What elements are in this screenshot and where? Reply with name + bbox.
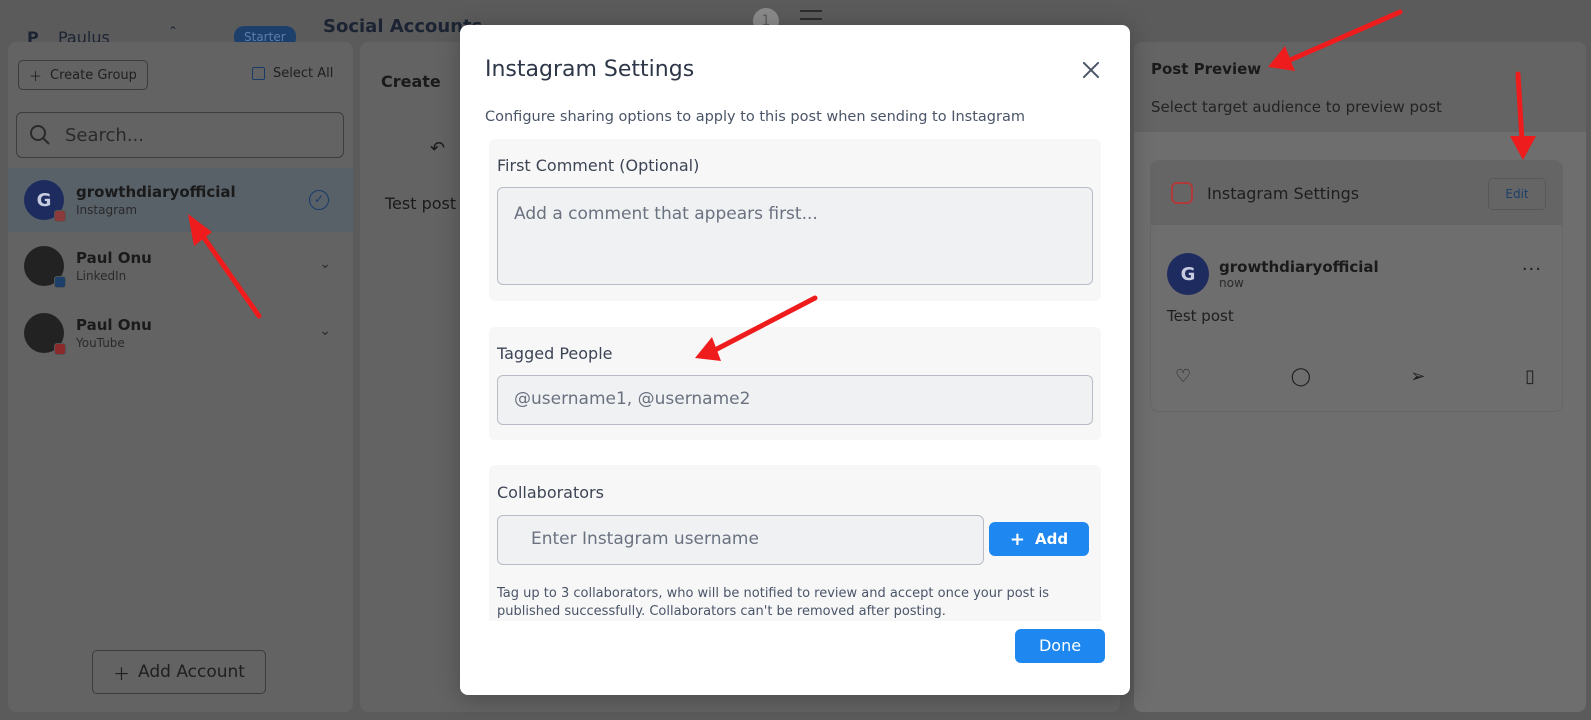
collaborators-label: Collaborators xyxy=(497,483,604,502)
chevron-down-icon[interactable]: ⌄ xyxy=(319,256,331,272)
avatar: G xyxy=(24,180,66,222)
search-icon xyxy=(30,125,50,145)
create-group-label: Create Group xyxy=(50,67,137,83)
plus-icon: ＋ xyxy=(29,69,43,85)
first-comment-input[interactable]: Add a comment that appears first... xyxy=(497,187,1093,285)
preview-user: G growthdiaryofficial now xyxy=(1167,253,1379,295)
comment-icon[interactable]: ◯ xyxy=(1291,366,1311,387)
post-text[interactable]: Test post xyxy=(385,194,456,213)
create-group-button[interactable]: ＋ Create Group xyxy=(18,60,148,90)
preview-card-title: Instagram Settings xyxy=(1207,183,1360,203)
collaborators-hint: Tag up to 3 collaborators, who will be n… xyxy=(497,586,1050,619)
preview-title: Post Preview xyxy=(1151,60,1262,78)
youtube-icon xyxy=(54,343,66,355)
modal-title: Instagram Settings xyxy=(485,57,695,82)
account-name: Paul Onu xyxy=(76,316,152,334)
plus-icon: + xyxy=(1009,528,1025,550)
preview-username: growthdiaryofficial xyxy=(1219,258,1379,276)
account-name: Paul Onu xyxy=(76,249,152,267)
chevron-down-icon[interactable]: ⌄ xyxy=(319,323,331,339)
avatar: G xyxy=(1167,253,1209,295)
check-circle-icon[interactable]: ✓ xyxy=(309,190,329,210)
done-button[interactable]: Done xyxy=(1015,629,1105,663)
more-icon[interactable]: ··· xyxy=(1522,259,1542,280)
preview-actions: ♡ ◯ ➢ ▯ xyxy=(1175,366,1535,387)
tagged-people-section: Tagged People @username1, @username2 xyxy=(489,327,1101,440)
account-platform: LinkedIn xyxy=(76,269,127,283)
modal-subtitle: Configure sharing options to apply to th… xyxy=(485,109,1025,125)
undo-icon[interactable]: ↶ xyxy=(430,138,445,159)
first-comment-label: First Comment (Optional) xyxy=(497,156,700,175)
account-item[interactable]: Paul Onu LinkedIn ⌄ xyxy=(8,234,353,298)
bookmark-icon[interactable]: ▯ xyxy=(1525,366,1535,387)
accounts-panel: ＋ Create Group Select All Search... G gr… xyxy=(8,42,353,712)
compose-label: Create xyxy=(381,72,441,91)
send-icon[interactable]: ➢ xyxy=(1410,366,1425,387)
add-account-label: Add Account xyxy=(138,662,245,682)
select-all-checkbox[interactable]: Select All xyxy=(252,66,333,81)
search-input[interactable]: Search... xyxy=(16,112,344,158)
modal-body[interactable]: First Comment (Optional) Add a comment t… xyxy=(460,139,1130,621)
preview-body: Test post xyxy=(1167,307,1234,325)
account-item[interactable]: Paul Onu YouTube ⌄ xyxy=(8,301,353,365)
tagged-people-input[interactable]: @username1, @username2 xyxy=(497,375,1093,425)
account-platform: Instagram xyxy=(76,203,138,217)
account-item[interactable]: G growthdiaryofficial Instagram ✓ xyxy=(8,168,353,232)
heart-icon[interactable]: ♡ xyxy=(1175,366,1191,387)
avatar xyxy=(24,313,66,355)
preview-header: Post Preview Select target audience to p… xyxy=(1134,42,1586,132)
avatar xyxy=(24,246,66,288)
tagged-people-label: Tagged People xyxy=(497,344,613,363)
preview-panel: Post Preview Select target audience to p… xyxy=(1134,42,1586,712)
checkbox-icon xyxy=(252,67,265,80)
preview-time: now xyxy=(1219,276,1244,290)
add-account-button[interactable]: ＋ Add Account xyxy=(92,650,266,694)
add-collaborator-button[interactable]: + Add xyxy=(989,522,1089,556)
page-title: Social Accounts xyxy=(323,16,483,37)
search-placeholder: Search... xyxy=(65,124,145,146)
instagram-icon xyxy=(1171,182,1193,204)
add-label: Add xyxy=(1035,530,1069,548)
collaborator-input[interactable]: Enter Instagram username xyxy=(497,515,984,565)
account-platform: YouTube xyxy=(76,336,125,350)
instagram-settings-modal: Instagram Settings Configure sharing opt… xyxy=(460,25,1130,695)
preview-card: Instagram Settings Edit G growthdiaryoff… xyxy=(1150,160,1563,412)
first-comment-section: First Comment (Optional) Add a comment t… xyxy=(489,139,1101,301)
collaborators-section: Collaborators Enter Instagram username +… xyxy=(489,465,1101,621)
edit-button[interactable]: Edit xyxy=(1488,178,1546,210)
linkedin-icon xyxy=(54,276,66,288)
select-all-label: Select All xyxy=(273,66,334,81)
chevron-up-icon[interactable]: ⌃ xyxy=(168,24,178,38)
close-icon[interactable] xyxy=(1080,59,1102,81)
preview-subtitle: Select target audience to preview post xyxy=(1151,98,1442,116)
instagram-icon xyxy=(54,210,66,222)
account-name: growthdiaryofficial xyxy=(76,183,236,201)
plus-icon: ＋ xyxy=(113,664,130,685)
